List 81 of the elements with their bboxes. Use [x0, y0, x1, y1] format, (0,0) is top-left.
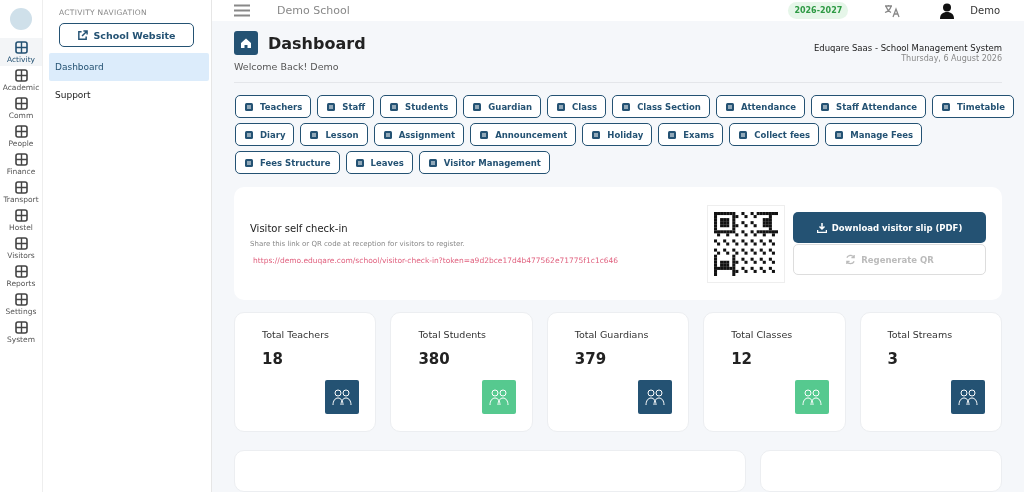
shortcut-button[interactable]: Manage Fees: [825, 123, 923, 146]
stat-value: 18: [262, 350, 284, 368]
grid-icon: [14, 97, 28, 110]
grid-icon: [14, 209, 28, 222]
school-name: Demo School: [277, 4, 350, 17]
square-icon: [941, 101, 952, 112]
square-icon: [427, 157, 438, 168]
shortcut-button[interactable]: Leaves: [345, 151, 413, 174]
square-icon: [667, 129, 678, 140]
grid-icon: [14, 293, 28, 306]
grid-icon: [14, 181, 28, 194]
stat-value: 380: [418, 350, 451, 368]
stat-label: Total Streams: [887, 329, 954, 340]
shortcut-button[interactable]: Visitor Management: [418, 151, 550, 174]
square-icon: [724, 101, 735, 112]
square-icon: [738, 129, 749, 140]
school-website-button[interactable]: School Website: [59, 23, 194, 47]
square-icon: [382, 129, 393, 140]
refresh-icon: [845, 254, 857, 265]
download-icon: [816, 222, 827, 233]
stat-label: Total Guardians: [574, 329, 650, 340]
shortcut-button[interactable]: Teachers: [235, 95, 312, 118]
shortcut-button[interactable]: Attendance: [715, 95, 806, 118]
grid-icon: [14, 265, 28, 278]
shortcut-button[interactable]: Class Section: [612, 95, 710, 118]
stat-label: Total Classes: [731, 329, 794, 340]
shortcut-button[interactable]: Fees Structure: [235, 151, 340, 174]
shortcut-button[interactable]: Guardian: [463, 95, 542, 118]
stat-value: 379: [574, 350, 608, 368]
session-badge: 2026-2027: [788, 2, 849, 19]
square-icon: [389, 101, 400, 112]
shortcut-button[interactable]: Class: [547, 95, 607, 118]
stat-value: 3: [887, 350, 900, 368]
square-icon: [556, 101, 567, 112]
square-icon: [244, 101, 254, 112]
square-icon: [472, 101, 483, 112]
shortcut-button[interactable]: Students: [380, 95, 458, 118]
menu-icon[interactable]: [234, 4, 250, 17]
system-name: Eduqare Saas - School Management System: [813, 43, 1002, 53]
shortcut-button[interactable]: Staff: [317, 95, 375, 118]
page-title: Dashboard: [268, 33, 366, 53]
translate-icon[interactable]: [884, 3, 901, 18]
shortcut-button[interactable]: Diary: [235, 123, 295, 146]
square-icon: [244, 157, 254, 168]
user-name[interactable]: Demo: [970, 5, 1000, 16]
download-button[interactable]: Download visitor slip (PDF): [793, 212, 986, 243]
square-icon: [621, 101, 632, 112]
shortcut-button[interactable]: Announcement: [470, 123, 577, 146]
nav-item[interactable]: Dashboard: [49, 53, 209, 81]
square-icon: [834, 129, 845, 140]
grid-icon: [14, 153, 28, 166]
grid-icon: [14, 69, 28, 82]
shortcut-button[interactable]: Collect fees: [729, 123, 820, 146]
square-icon: [354, 157, 365, 168]
stat-label: Total Students: [418, 329, 487, 340]
card-title: Visitor self check-in: [250, 222, 349, 234]
stat-label: Total Teachers: [262, 329, 330, 340]
stat-value: 12: [731, 350, 754, 368]
shortcut-button[interactable]: Lesson: [300, 123, 368, 146]
welcome-text: Welcome Back! Demo: [234, 61, 340, 72]
square-icon: [820, 101, 831, 112]
square-icon: [244, 129, 254, 140]
shortcut-button[interactable]: Staff Attendance: [811, 95, 927, 118]
grid-icon: [14, 125, 28, 138]
grid-icon: [14, 237, 28, 250]
nav-item[interactable]: Support: [49, 81, 209, 109]
user-icon[interactable]: [940, 2, 955, 19]
square-icon: [479, 129, 490, 140]
shortcut-button[interactable]: Assignment: [373, 123, 465, 146]
external-link-icon: [77, 29, 89, 41]
square-icon: [326, 101, 337, 112]
square-icon: [309, 129, 320, 140]
square-icon: [591, 129, 602, 140]
date-text: Thursday, 6 August 2026: [900, 54, 1002, 63]
school-logo: [10, 8, 32, 30]
shortcut-button[interactable]: Holiday: [582, 123, 653, 146]
grid-icon: [14, 321, 28, 334]
grid-icon: [14, 41, 28, 54]
shortcut-button[interactable]: Timetable: [932, 95, 1014, 118]
home-icon: [234, 31, 258, 55]
shortcut-button[interactable]: Exams: [658, 123, 724, 146]
